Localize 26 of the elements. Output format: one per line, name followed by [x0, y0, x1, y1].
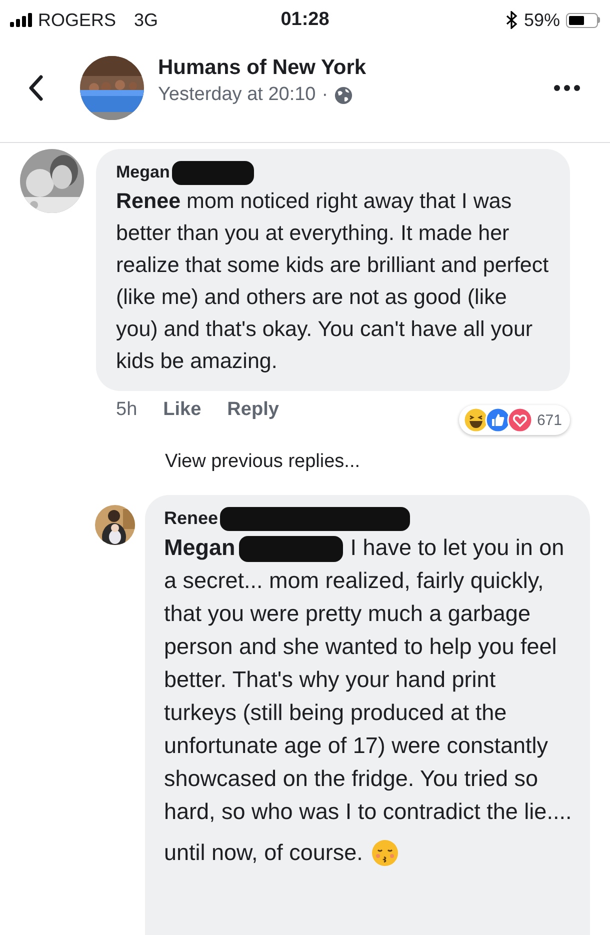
clock-time: 01:28: [280, 9, 330, 31]
back-icon[interactable]: [28, 75, 44, 101]
action-link[interactable]: Reply: [227, 399, 279, 421]
comment-time: 5h: [116, 399, 138, 421]
reply-text: until now, of course.: [164, 839, 363, 868]
comment-text: Renee mom noticed right away that I was better than you at everything. It made her realize that some kids are brilliant and perfect (like me) and others are not as good (like you) and that's okay. You can't have all your kids be amazing.: [116, 188, 550, 375]
network-type: 3G: [134, 10, 158, 30]
reply-author[interactable]: Renee: [164, 507, 574, 532]
separator-dot: ·: [322, 84, 328, 106]
action-link[interactable]: Like: [163, 399, 202, 421]
signal-icon: [10, 13, 32, 27]
globe-icon: [334, 86, 354, 104]
battery-percent: 59%: [524, 10, 560, 30]
battery-icon: [566, 12, 600, 28]
view-previous-replies-link[interactable]: View previous replies...: [165, 451, 360, 473]
reactions-badge[interactable]: 671: [458, 405, 570, 435]
thumbs-up-icon: [484, 407, 511, 433]
reply-text: Megan I have to let you in on a secret... mom realized, fairly quickly, that you were pretty much a garbage person and she wanted to help you feel better. That's why your hand print turkeys (still being produced at the unfortunate age of 17) were constantly showcased on the fridge. You tried so hard, so who was I to contradict the lie....: [164, 534, 573, 826]
more-options-icon[interactable]: [554, 85, 580, 91]
page-name[interactable]: Humans of New York: [158, 56, 554, 80]
laughing-emoji-icon: [462, 407, 489, 433]
carrier-name: ROGERS: [38, 10, 116, 30]
kissing-emoji-icon: [370, 838, 399, 867]
post-timestamp: Yesterday at 20:10: [158, 84, 316, 106]
comment-author[interactable]: Megan: [116, 161, 554, 185]
bluetooth-icon: [506, 11, 518, 29]
